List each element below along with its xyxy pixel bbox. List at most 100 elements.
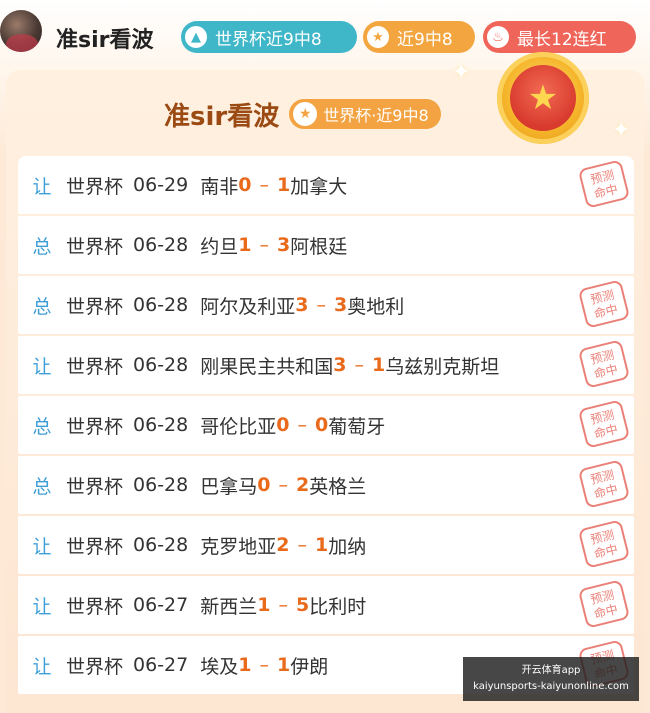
away-score: 1 — [276, 174, 291, 196]
home-score: 1 — [257, 594, 271, 616]
match-date: 06-28 — [133, 354, 189, 376]
away-score: 1 — [276, 654, 291, 676]
prediction-hit-stamp: 预测命中 — [577, 159, 631, 209]
username: 准sir看波 — [56, 28, 154, 53]
badge-recent-record[interactable]: ★ 近9中8 — [363, 21, 475, 53]
match-list: 让世界杯 06-29 南非 0–1 加拿大 预测 命中总世界杯 06-28 约旦 1–3 阿根廷总世… — [18, 156, 634, 696]
watermark: 开云体育app kaiyunsports-kaiyunonline.com — [463, 657, 639, 701]
match-date: 06-28 — [133, 414, 189, 436]
home-team: 约旦 — [200, 235, 239, 258]
match-type: 让 — [32, 535, 52, 558]
match-type: 让 — [32, 175, 52, 198]
match-type: 总 — [32, 475, 52, 498]
score-separator: – — [278, 594, 288, 616]
away-score: 1 — [371, 354, 386, 376]
home-team: 埃及 — [200, 655, 239, 678]
match-row[interactable]: 总世界杯 06-28 哥伦比亚 0–0 葡萄牙 预测 命中 — [18, 396, 634, 454]
away-team: 英格兰 — [309, 475, 367, 498]
badge-label: 近9中8 — [397, 29, 453, 50]
away-score: 3 — [333, 294, 348, 316]
away-team: 加纳 — [328, 535, 367, 558]
match-row[interactable]: 让世界杯 06-28 刚果民主共和国 3–1 乌兹别克斯坦 预测 命中 — [18, 336, 634, 394]
score-separator: – — [259, 234, 269, 256]
card-title: 准sir看波 — [164, 101, 280, 132]
match-type: 让 — [32, 355, 52, 378]
match-league: 世界杯 — [66, 355, 124, 378]
away-team: 阿根廷 — [290, 235, 348, 258]
home-team: 克罗地亚 — [200, 535, 277, 558]
match-row[interactable]: 让世界杯 06-28 克罗地亚 2–1 加纳 预测 命中 — [18, 516, 634, 574]
match-date: 06-28 — [133, 474, 189, 496]
avatar[interactable] — [0, 10, 42, 52]
match-date: 06-27 — [133, 594, 189, 616]
match-date: 06-27 — [133, 654, 189, 676]
match-league: 世界杯 — [66, 655, 124, 678]
away-score: 2 — [295, 474, 310, 496]
prediction-hit-stamp: 预测命中 — [577, 339, 631, 389]
prediction-hit-stamp: 预测命中 — [577, 459, 631, 509]
away-score: 0 — [314, 414, 329, 436]
prediction-hit-stamp: 预测命中 — [577, 399, 631, 449]
home-score: 2 — [276, 534, 290, 556]
home-score: 3 — [333, 354, 347, 376]
badge-label: 最长12连红 — [517, 29, 607, 50]
prediction-hit-stamp: 预测命中 — [577, 519, 631, 569]
match-league: 世界杯 — [66, 535, 124, 558]
flame-icon: ♨ — [487, 26, 509, 48]
home-team: 哥伦比亚 — [200, 415, 277, 438]
match-type: 总 — [32, 415, 52, 438]
sparkle-icon: ✦ — [612, 118, 631, 143]
match-row[interactable]: 总世界杯 06-28 阿尔及利亚 3–3 奥地利 预测 命中 — [18, 276, 634, 334]
away-score: 5 — [295, 594, 310, 616]
away-team: 比利时 — [309, 595, 367, 618]
match-league: 世界杯 — [66, 415, 124, 438]
match-type: 总 — [32, 295, 52, 318]
badge-label: 世界杯近9中8 — [215, 29, 322, 50]
match-league: 世界杯 — [66, 235, 124, 258]
match-league: 世界杯 — [66, 595, 124, 618]
home-score: 3 — [295, 294, 309, 316]
match-league: 世界杯 — [66, 475, 124, 498]
match-type: 让 — [32, 655, 52, 678]
score-separator: – — [259, 654, 269, 676]
away-team: 乌兹别克斯坦 — [385, 355, 500, 378]
home-score: 1 — [238, 654, 252, 676]
match-type: 总 — [32, 235, 52, 258]
home-score: 0 — [238, 174, 252, 196]
star-icon: ★ — [293, 102, 318, 126]
match-row[interactable]: 总世界杯 06-28 巴拿马 0–2 英格兰 预测 命中 — [18, 456, 634, 514]
match-date: 06-29 — [133, 174, 189, 196]
star-icon: ★ — [367, 26, 389, 48]
arrow-up-icon: ▲ — [185, 26, 207, 48]
badge-streak[interactable]: ♨ 最长12连红 — [483, 21, 636, 53]
score-separator: – — [278, 474, 288, 496]
home-team: 阿尔及利亚 — [200, 295, 296, 318]
match-row[interactable]: 总世界杯 06-28 约旦 1–3 阿根廷 — [18, 216, 634, 274]
score-separator: – — [354, 354, 364, 376]
sparkle-icon: ✦ — [452, 60, 471, 85]
home-score: 0 — [276, 414, 290, 436]
badge-worldcup-record[interactable]: ▲ 世界杯近9中8 — [181, 21, 357, 53]
away-team: 伊朗 — [290, 655, 329, 678]
match-date: 06-28 — [133, 534, 189, 556]
away-team: 葡萄牙 — [328, 415, 386, 438]
home-score: 0 — [257, 474, 271, 496]
card-record-pill: ★ 世界杯·近9中8 — [289, 99, 441, 129]
match-type: 让 — [32, 595, 52, 618]
prediction-hit-stamp: 预测命中 — [577, 579, 631, 629]
home-team: 巴拿马 — [200, 475, 258, 498]
score-separator: – — [259, 174, 269, 196]
card-header: 准sir看波 ★ 世界杯·近9中8 — [164, 97, 441, 132]
away-team: 加拿大 — [290, 175, 348, 198]
match-date: 06-28 — [133, 294, 189, 316]
match-league: 世界杯 — [66, 175, 124, 198]
score-separator: – — [316, 294, 326, 316]
match-row[interactable]: 让世界杯 06-27 新西兰 1–5 比利时 预测 命中 — [18, 576, 634, 634]
watermark-line1: 开云体育app — [521, 665, 581, 676]
match-row[interactable]: 让世界杯 06-29 南非 0–1 加拿大 预测 命中 — [18, 156, 634, 214]
home-team: 新西兰 — [200, 595, 258, 618]
score-separator: – — [297, 534, 307, 556]
star-icon: ★ — [510, 65, 576, 131]
home-score: 1 — [238, 234, 252, 256]
watermark-line2: kaiyunsports-kaiyunonline.com — [473, 681, 629, 692]
